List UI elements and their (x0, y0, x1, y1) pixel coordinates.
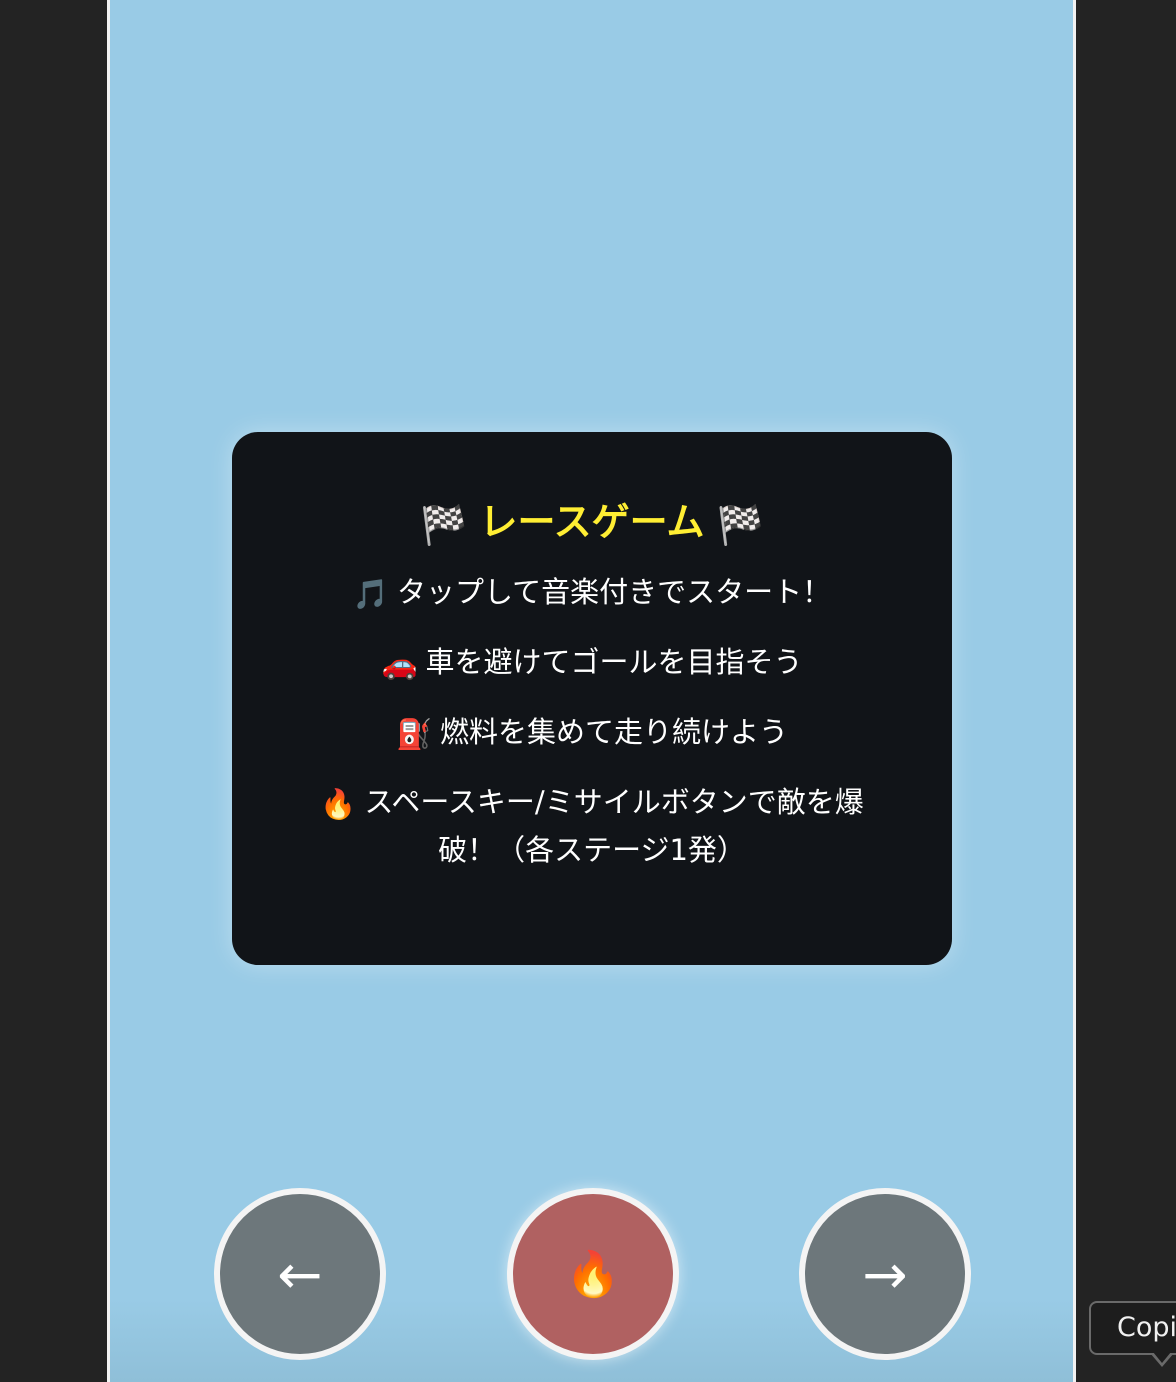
checkered-flag-icon: 🏁 (716, 502, 764, 547)
game-stage[interactable]: 🏁 レースゲーム 🏁 🎵 タップして音楽付きでスタート！ 🚗 車を避けてゴールを目指そう… (107, 0, 1076, 1382)
instruction-text: スペースキー/ミサイルボタンで敵を爆破！（各ステージ1発） (364, 784, 864, 867)
tooltip-arrow-inner (1153, 1352, 1171, 1363)
fuel-pump-icon: ⛽ (395, 716, 433, 751)
instruction-start: 🎵 タップして音楽付きでスタート！ (272, 569, 912, 617)
instruction-text: タップして音楽付きでスタート！ (396, 574, 832, 609)
instruction-text: 車を避けてゴールを目指そう (425, 644, 803, 679)
copy-tooltip: Copi (1089, 1301, 1176, 1355)
instruction-text: 燃料を集めて走り続けよう (440, 714, 789, 749)
checkered-flag-icon: 🏁 (420, 502, 468, 547)
panel-title: 🏁 レースゲーム 🏁 (272, 500, 912, 547)
instruction-avoid: 🚗 車を避けてゴールを目指そう (272, 639, 912, 687)
instruction-fuel: ⛽ 燃料を集めて走り続けよう (272, 709, 912, 757)
instruction-missile: 🔥 スペースキー/ミサイルボタンで敵を爆破！（各ステージ1発） (272, 779, 912, 873)
fire-icon: 🔥 (565, 1249, 621, 1300)
game-title: レースゲーム (479, 500, 705, 544)
move-left-button[interactable]: ← (214, 1188, 386, 1360)
move-right-button[interactable]: → (799, 1188, 971, 1360)
missile-button[interactable]: 🔥 (507, 1188, 679, 1360)
start-panel[interactable]: 🏁 レースゲーム 🏁 🎵 タップして音楽付きでスタート！ 🚗 車を避けてゴールを目指そう… (232, 432, 952, 965)
music-note-icon: 🎵 (352, 576, 389, 611)
tooltip-text: Copi (1117, 1312, 1176, 1343)
fire-icon: 🔥 (320, 786, 357, 821)
left-arrow-icon: ← (277, 1242, 323, 1306)
right-arrow-icon: → (862, 1242, 908, 1306)
car-icon: 🚗 (381, 646, 418, 681)
